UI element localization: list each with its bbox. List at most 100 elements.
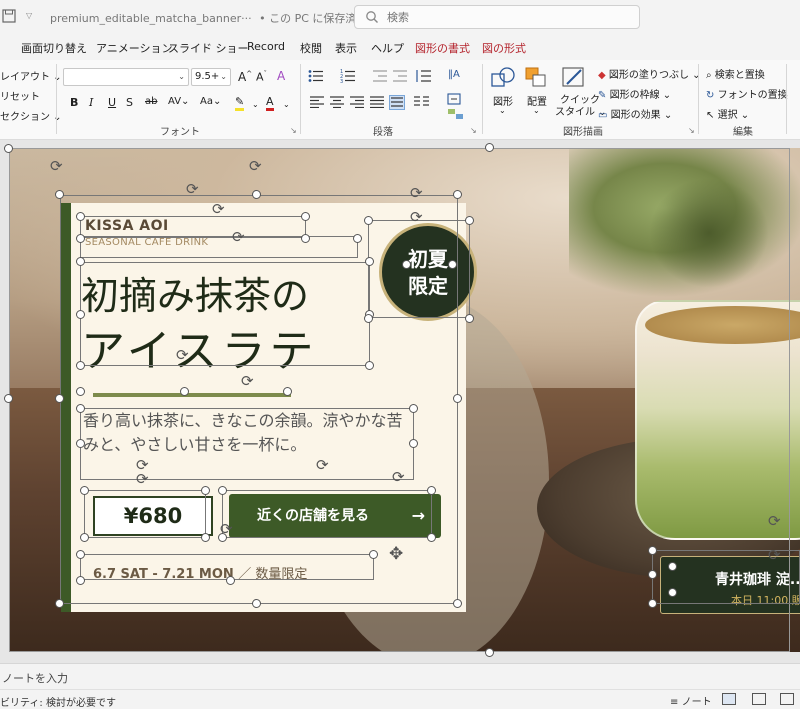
shrink-font-icon[interactable]: Aˇ [256, 70, 267, 84]
resize-handle[interactable] [4, 394, 13, 403]
change-case-icon[interactable]: Aa⌄ [200, 96, 221, 107]
save-icon[interactable] [2, 9, 18, 23]
rotate-handle-icon[interactable]: ⟳ [186, 180, 199, 198]
strikethrough-icon[interactable]: S [126, 96, 133, 109]
resize-handle[interactable] [427, 533, 436, 542]
rotate-handle-icon[interactable]: ⟳ [768, 546, 781, 564]
replace-font-button[interactable]: ↻ フォントの置換 [706, 86, 788, 101]
bold-icon[interactable]: B [70, 96, 78, 109]
resize-handle[interactable] [365, 361, 374, 370]
resize-handle[interactable] [448, 260, 457, 269]
rotate-handle-icon[interactable]: ⟳ [768, 512, 781, 530]
line-spacing-icon[interactable] [414, 69, 432, 86]
resize-handle[interactable] [4, 144, 13, 153]
tab-animations[interactable]: アニメーション [96, 40, 173, 56]
resize-handle[interactable] [668, 588, 677, 597]
resize-handle[interactable] [369, 550, 378, 559]
resize-handle[interactable] [55, 190, 64, 199]
align-left-icon[interactable] [310, 96, 324, 111]
columns-icon[interactable] [414, 96, 432, 111]
arrange-icon[interactable] [524, 66, 548, 93]
shapes-icon[interactable] [490, 66, 516, 93]
resize-handle[interactable] [76, 234, 85, 243]
resize-handle[interactable] [409, 439, 418, 448]
price-tag[interactable]: ¥680 [93, 496, 213, 536]
clear-formatting-icon[interactable]: A [277, 69, 285, 83]
resize-handle[interactable] [485, 143, 494, 152]
resize-handle[interactable] [301, 234, 310, 243]
tab-transitions[interactable]: 画面切り替え [21, 40, 87, 56]
subtitle[interactable]: SEASONAL CAFE DRINK [85, 237, 208, 248]
resize-handle[interactable] [252, 190, 261, 199]
font-name-dropdown[interactable]: ⌄ [63, 68, 189, 86]
char-spacing-icon[interactable]: AV⌄ [168, 96, 189, 107]
resize-handle[interactable] [364, 216, 373, 225]
rotate-handle-icon[interactable]: ⟳ [410, 208, 423, 226]
tab-shape-format[interactable]: 図形の書式 [415, 40, 470, 56]
resize-handle[interactable] [283, 387, 292, 396]
chevron-down-icon[interactable]: ⌄ [252, 100, 259, 109]
text-direction-icon[interactable]: ‖A [447, 66, 465, 85]
resize-handle[interactable] [180, 387, 189, 396]
tab-review[interactable]: 校閲 [300, 40, 322, 56]
shop-info-box[interactable]: 青井珈琲 淀... 本日 11:00 販... [660, 556, 800, 614]
resize-handle[interactable] [76, 310, 85, 319]
resize-handle[interactable] [465, 216, 474, 225]
layout-button[interactable]: レイアウト ⌄ [0, 68, 62, 83]
reset-button[interactable]: リセット [0, 88, 40, 103]
find-replace-button[interactable]: ⌕ 検索と置換 [706, 66, 765, 81]
rotate-handle-icon[interactable]: ⟳ [212, 200, 225, 218]
notes-placeholder[interactable]: ノートを入力 [2, 670, 68, 686]
resize-handle[interactable] [668, 562, 677, 571]
resize-handle[interactable] [453, 599, 462, 608]
resize-handle[interactable] [201, 486, 210, 495]
headline-line-2[interactable]: アイスラテ [81, 315, 317, 379]
quick-access-chevron-icon[interactable]: ▽ [26, 11, 32, 20]
tab-view[interactable]: 表示 [335, 40, 357, 56]
resize-handle[interactable] [226, 576, 235, 585]
resize-handle[interactable] [201, 533, 210, 542]
resize-handle[interactable] [485, 648, 494, 657]
align-right-icon[interactable] [350, 96, 364, 111]
tab-slideshow[interactable]: スライド ショー [168, 40, 249, 56]
rotate-handle-icon[interactable]: ⟳ [410, 184, 423, 202]
dialog-launcher-icon[interactable]: ↘ [688, 126, 695, 135]
resize-handle[interactable] [427, 486, 436, 495]
rotate-handle-icon[interactable]: ⟳ [176, 346, 189, 364]
select-button[interactable]: ↖ 選択 ⌄ [706, 106, 749, 121]
align-center-icon[interactable] [330, 96, 344, 111]
brand-name[interactable]: KISSA AOI [85, 218, 169, 234]
resize-handle[interactable] [364, 314, 373, 323]
reading-view-icon[interactable] [780, 693, 794, 705]
numbering-icon[interactable]: 123 [340, 69, 356, 86]
resize-handle[interactable] [252, 599, 261, 608]
resize-handle[interactable] [80, 533, 89, 542]
season-badge[interactable]: 初夏 限定 [379, 223, 477, 321]
resize-handle[interactable] [465, 314, 474, 323]
notes-pane[interactable]: ノートを入力 [0, 663, 800, 689]
resize-handle[interactable] [76, 257, 85, 266]
rotate-handle-icon[interactable]: ⟳ [232, 228, 245, 246]
campaign-dates[interactable]: 6.7 SAT - 7.21 MON ／ 数量限定 [93, 563, 307, 582]
resize-handle[interactable] [353, 234, 362, 243]
tab-record[interactable]: Record [247, 40, 285, 53]
resize-handle[interactable] [453, 190, 462, 199]
resize-handle[interactable] [648, 570, 657, 579]
headline-line-1[interactable]: 初摘み抹茶の [81, 265, 309, 320]
shape-effects-button[interactable]: ▭ 図形の効果 ⌄ [598, 106, 672, 121]
resize-handle[interactable] [76, 404, 85, 413]
resize-handle[interactable] [301, 212, 310, 221]
description-text[interactable]: 香り高い抹茶に、きなこの余韻。涼やかな苦みと、やさしい甘さを一杯に。 [83, 409, 403, 457]
dialog-launcher-icon[interactable]: ↘ [290, 126, 297, 135]
accessibility-status[interactable]: ビリティ: 検討が必要です [0, 694, 116, 709]
shape-fill-button[interactable]: ◆ 図形の塗りつぶし ⌄ [598, 66, 701, 81]
resize-handle[interactable] [402, 260, 411, 269]
rotate-handle-icon[interactable]: ⟳ [249, 157, 262, 175]
resize-handle[interactable] [648, 546, 657, 555]
resize-handle[interactable] [76, 361, 85, 370]
chevron-down-icon[interactable]: ⌄ [533, 106, 540, 115]
rotate-handle-icon[interactable]: ⟳ [136, 470, 149, 488]
divider-rule[interactable] [93, 393, 291, 397]
underline-icon[interactable]: U [108, 96, 116, 109]
resize-handle[interactable] [409, 404, 418, 413]
